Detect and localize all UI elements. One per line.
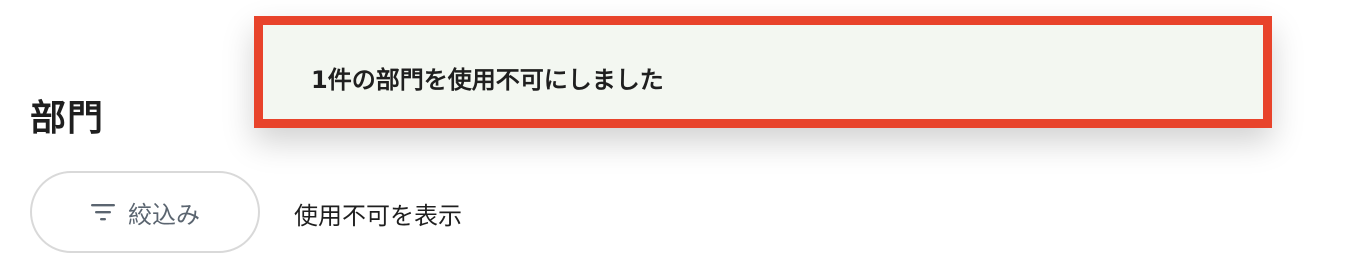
page-title: 部門 — [30, 98, 105, 140]
filter-button[interactable]: 絞込み — [30, 171, 260, 253]
success-toast: 1件の部門を使用不可にしました — [254, 16, 1272, 128]
toast-message: 1件の部門を使用不可にしました — [311, 66, 664, 94]
filter-icon — [90, 201, 116, 223]
filter-button-label: 絞込み — [128, 200, 200, 229]
show-disabled-toggle-label[interactable]: 使用不可を表示 — [294, 198, 462, 234]
